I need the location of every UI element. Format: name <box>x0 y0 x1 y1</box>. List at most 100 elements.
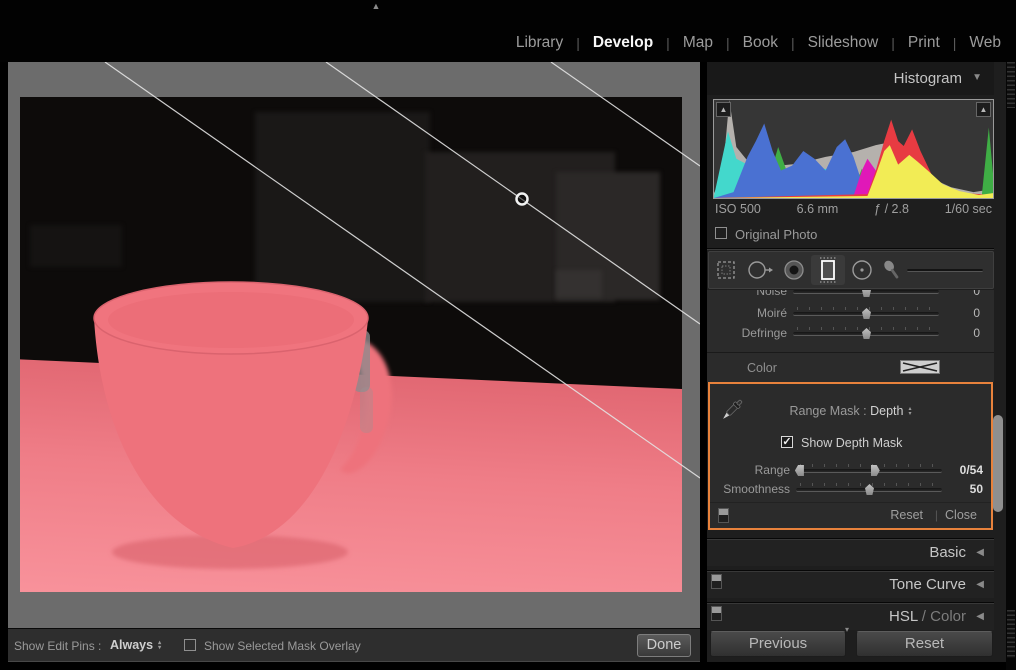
basic-label: Basic <box>929 544 966 561</box>
nav-library[interactable]: Library <box>503 34 576 52</box>
defringe-panel-section: Noise 0 Moiré 0 Defringe 0 Color <box>707 290 994 382</box>
edit-pins-dropdown[interactable]: Always▴▾ <box>110 638 161 652</box>
chevron-left-icon: ◀ <box>976 547 984 558</box>
range-slider[interactable] <box>796 469 942 473</box>
spot-removal-icon[interactable] <box>743 255 777 285</box>
histogram-header[interactable]: Histogram ▼ <box>707 62 994 95</box>
tool-strip <box>708 251 994 289</box>
depth-mask-cup-overlay <box>20 97 682 592</box>
defringe-slider-row: Defringe 0 <box>707 324 994 342</box>
noise-value: 0 <box>973 290 980 298</box>
range-value: 0/54 <box>960 463 983 477</box>
top-bar: ▲ Library | Develop | Map | Book | Slide… <box>0 0 1016 62</box>
smoothness-slider-row: Smoothness 50 <box>710 480 997 498</box>
panel-hsl-color[interactable]: HSL / Color ◀ <box>707 602 994 630</box>
panel-edge-grip[interactable] <box>1006 62 1016 670</box>
divider <box>707 248 994 250</box>
range-mask-reset-button[interactable]: Reset <box>890 508 923 522</box>
original-photo-checkbox[interactable] <box>715 227 727 239</box>
previous-button[interactable]: Previous <box>710 631 846 657</box>
range-mask-panel: Range Mask : Depth▴▾ ✓ Show Depth Mask R… <box>708 382 993 530</box>
noise-label: Noise <box>707 290 787 298</box>
aperture-value: ƒ / 2.8 <box>874 202 909 216</box>
grip-texture <box>1007 62 1015 108</box>
nav-book[interactable]: Book <box>730 34 791 52</box>
moire-slider-row: Moiré 0 <box>707 304 994 322</box>
mask-overlay-checkbox[interactable] <box>184 639 196 651</box>
color-swatch-none[interactable] <box>900 360 940 374</box>
iso-value: ISO 500 <box>715 202 761 216</box>
panel-switch-icon[interactable] <box>718 508 729 523</box>
moire-value: 0 <box>973 306 980 320</box>
divider: | <box>935 508 938 522</box>
crop-overlay-icon[interactable] <box>709 255 743 285</box>
adjustment-brush-icon[interactable] <box>879 255 905 285</box>
histogram-title: Histogram <box>894 70 962 87</box>
original-photo-label: Original Photo <box>735 227 817 242</box>
reset-button[interactable]: Reset <box>856 631 993 657</box>
tone-curve-switch-icon[interactable] <box>711 574 722 589</box>
nav-web[interactable]: Web <box>956 34 1014 52</box>
right-panel: Histogram ▼ ▲ ▲ ISO 500 6.6 mm ƒ / 2.8 1… <box>707 62 1006 662</box>
defringe-value: 0 <box>973 326 980 340</box>
panel-tone-curve[interactable]: Tone Curve ◀ <box>707 570 994 598</box>
defringe-label: Defringe <box>707 326 787 340</box>
stepper-icon: ▴▾ <box>158 641 161 651</box>
moire-label: Moiré <box>707 306 787 320</box>
hsl-switch-icon[interactable] <box>711 606 722 621</box>
range-mask-label: Range Mask : <box>790 404 867 418</box>
show-depth-mask-row: ✓ Show Depth Mask <box>710 435 991 451</box>
smoothness-label: Smoothness <box>710 482 790 496</box>
done-button[interactable]: Done <box>637 634 691 657</box>
smoothness-value: 50 <box>970 482 983 496</box>
grip-texture <box>1007 610 1015 658</box>
lightroom-develop-window: ▲ Library | Develop | Map | Book | Slide… <box>0 0 1016 670</box>
highlight-clipping-indicator[interactable]: ▲ <box>976 102 991 117</box>
defringe-slider[interactable] <box>793 332 939 336</box>
edit-pins-label: Show Edit Pins : <box>14 639 101 653</box>
red-eye-correction-icon[interactable] <box>777 255 811 285</box>
nav-map[interactable]: Map <box>670 34 726 52</box>
shadow-clipping-indicator[interactable]: ▲ <box>716 102 731 117</box>
noise-slider[interactable] <box>793 290 939 294</box>
range-slider-low-handle[interactable] <box>795 465 804 476</box>
photo-depth-mask-preview[interactable] <box>20 97 682 592</box>
hsl-color-label: HSL / Color <box>889 608 966 625</box>
color-label: Color <box>747 361 777 375</box>
show-depth-mask-checkbox[interactable]: ✓ <box>781 436 793 448</box>
image-canvas[interactable] <box>8 62 700 628</box>
range-mask-type-dropdown[interactable]: Depth▴▾ <box>870 404 911 418</box>
tone-curve-label: Tone Curve <box>889 576 966 593</box>
module-picker: Library | Develop | Map | Book | Slidesh… <box>503 28 1014 58</box>
nav-print[interactable]: Print <box>895 34 953 52</box>
original-photo-row: Original Photo <box>707 222 994 248</box>
panel-basic[interactable]: Basic ◀ <box>707 538 994 566</box>
top-panel-collapse-icon[interactable]: ▲ <box>366 1 386 11</box>
graduated-filter-icon[interactable] <box>811 255 845 285</box>
tool-size-slider[interactable] <box>907 269 983 272</box>
noise-slider-handle[interactable] <box>862 290 871 297</box>
show-depth-mask-label: Show Depth Mask <box>801 436 902 450</box>
chevron-down-icon: ▼ <box>972 72 982 83</box>
range-mask-footer: Reset | Close <box>710 502 991 528</box>
exif-info: ISO 500 6.6 mm ƒ / 2.8 1/60 sec <box>715 202 992 216</box>
range-mask-close-button[interactable]: Close <box>945 508 977 522</box>
nav-slideshow[interactable]: Slideshow <box>795 34 892 52</box>
range-label: Range <box>710 463 790 477</box>
chevron-left-icon: ◀ <box>976 611 984 622</box>
range-slider-row: Range 0/54 <box>710 461 997 479</box>
nav-develop[interactable]: Develop <box>580 34 666 52</box>
range-mask-selector-row: Range Mask : Depth▴▾ <box>710 404 991 418</box>
radial-filter-icon[interactable] <box>845 255 879 285</box>
histogram-plot[interactable]: ▲ ▲ <box>713 99 994 199</box>
moire-slider[interactable] <box>793 312 939 316</box>
mask-overlay-label: Show Selected Mask Overlay <box>204 639 361 653</box>
toolbar: Show Edit Pins : Always▴▾ Show Selected … <box>8 628 700 662</box>
smoothness-slider[interactable] <box>796 488 942 492</box>
shutter-value: 1/60 sec <box>945 202 992 216</box>
panel-scrollbar[interactable] <box>993 415 1003 512</box>
focal-length-value: 6.6 mm <box>797 202 839 216</box>
chevron-left-icon: ◀ <box>976 579 984 590</box>
noise-slider-row: Noise 0 <box>707 290 994 300</box>
stepper-icon: ▴▾ <box>908 407 911 417</box>
